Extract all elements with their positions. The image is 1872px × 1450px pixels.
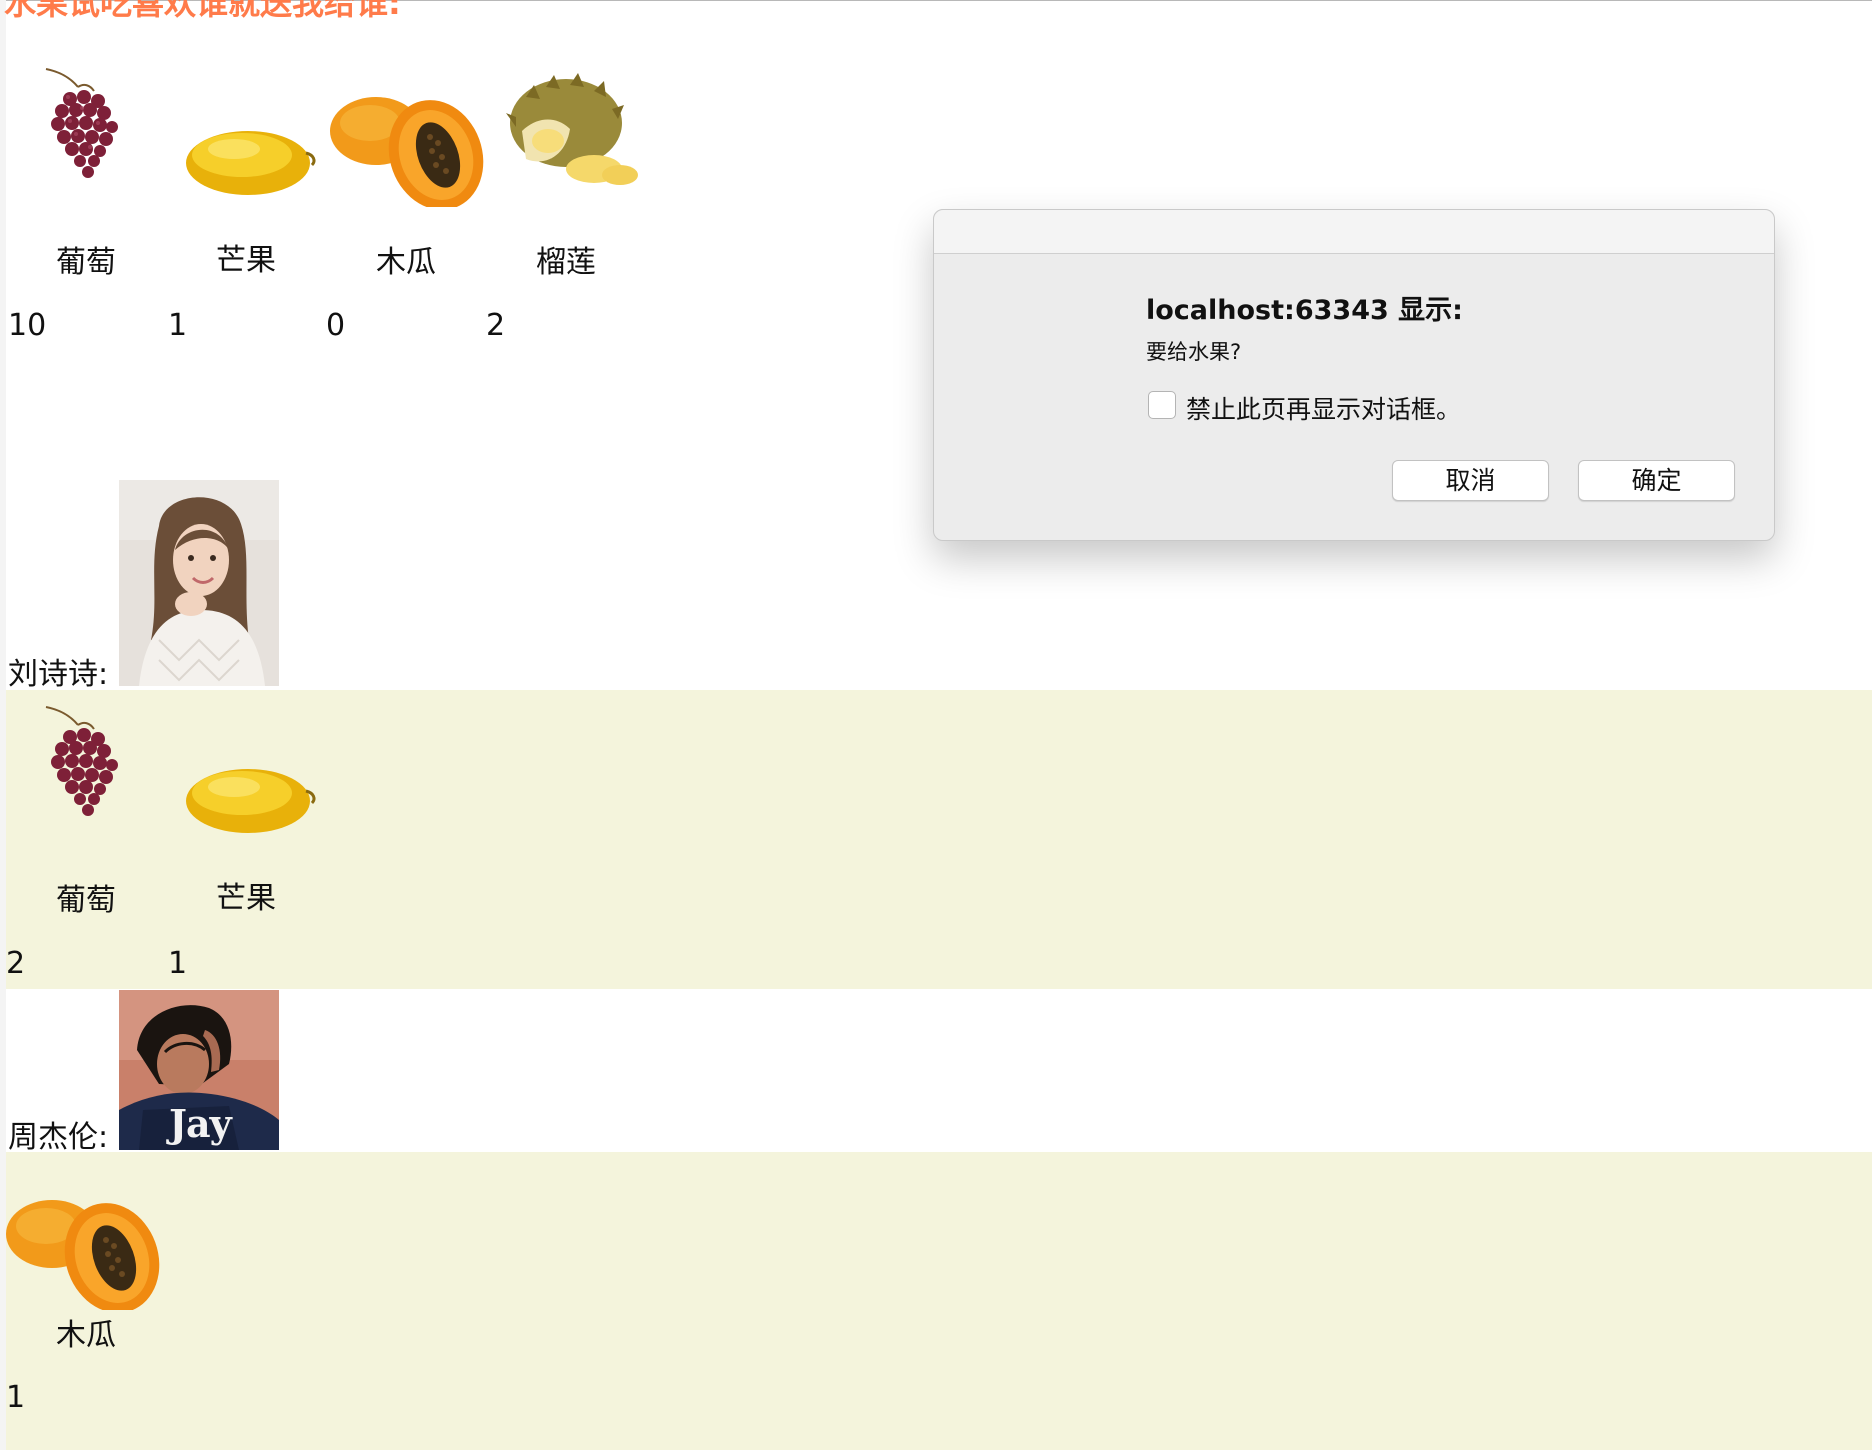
grape-icon [45,68,118,178]
fruit-name-grape: 葡萄 [56,883,116,918]
dialog-titlebar [934,210,1774,254]
durian-icon [506,73,638,185]
durian-image[interactable] [486,57,646,207]
fruit-name-durian: 榴莲 [536,245,596,280]
fruit-count-grape: 10 [8,308,47,343]
papaya-icon [330,97,484,207]
person-fruit-band-zhou [6,1152,1872,1450]
fruit-count-grape: 2 [6,946,26,981]
fruit-count-papaya: 0 [326,308,346,343]
fruit-count-durian: 2 [486,308,506,343]
suppress-dialogs-label[interactable]: 禁止此页再显示对话框。 [1186,390,1461,426]
dialog-message: 要给水果? [1146,340,1242,364]
album-title: Jay [169,1101,232,1146]
fruit-name-grape: 葡萄 [56,245,116,280]
papaya-image[interactable] [326,57,486,207]
cancel-button[interactable]: 取消 [1392,460,1549,501]
grape-image[interactable] [6,695,166,845]
mango-image[interactable] [166,695,326,845]
dialog-title: localhost:63343 显示: [1146,295,1463,326]
fruit-name-papaya: 木瓜 [56,1318,116,1353]
fruit-count-mango: 1 [168,946,188,981]
ok-button[interactable]: 确定 [1578,460,1735,501]
mango-icon [186,769,316,833]
page-heading: 水果试吃喜欢谁就送我给谁: [4,0,401,22]
fruit-name-mango: 芒果 [216,243,276,278]
person-photo-zhou[interactable]: Jay [119,990,279,1150]
fruit-name-papaya: 木瓜 [376,245,436,280]
grape-image[interactable] [6,57,166,207]
papaya-icon [6,1200,160,1310]
papaya-image[interactable] [2,1160,162,1310]
fruit-count-mango: 1 [168,308,188,343]
confirm-dialog: localhost:63343 显示: 要给水果? 禁止此页再显示对话框。 取消… [933,209,1775,541]
person-label-zhou: 周杰伦: [8,1120,109,1155]
fruit-count-papaya: 1 [6,1380,26,1415]
mango-icon [186,131,316,195]
woman-portrait-icon [119,480,279,686]
fruit-name-mango: 芒果 [216,881,276,916]
person-label-liu: 刘诗诗: [8,657,109,692]
grape-icon [45,706,118,816]
person-photo-liu[interactable] [119,480,279,686]
mango-image[interactable] [166,57,326,207]
suppress-dialogs-checkbox[interactable] [1148,391,1176,419]
